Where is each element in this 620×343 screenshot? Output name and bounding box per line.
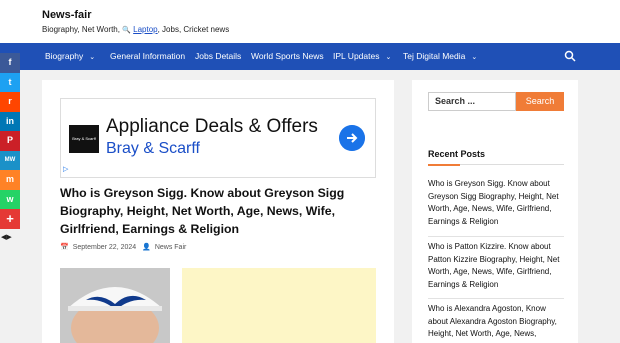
reddit-icon[interactable]: r <box>0 92 20 112</box>
social-share-bar: f t r in P MW m w + <box>0 53 20 229</box>
tagline-part-2: , Jobs, Cricket news <box>157 25 230 34</box>
ad-title[interactable]: Appliance Deals & Offers <box>106 116 318 138</box>
search-input[interactable]: Search ... <box>428 92 516 111</box>
twitter-icon[interactable]: t <box>0 72 20 92</box>
arrow-right-icon[interactable] <box>339 125 365 151</box>
post-author[interactable]: News Fair <box>155 244 187 251</box>
advertisement-placeholder[interactable] <box>182 268 376 343</box>
hide-share-bar-icon[interactable]: ◀▶ <box>1 233 12 241</box>
ad-choices-icon[interactable]: ▷ <box>63 165 68 173</box>
main-nav: Biography ⌄ General Information Jobs Deta… <box>0 43 620 70</box>
nav-item-label: World Sports News <box>251 51 324 61</box>
list-divider <box>428 298 564 299</box>
recent-posts-heading: Recent Posts <box>428 149 486 159</box>
nav-item-world-sports-news[interactable]: World Sports News <box>251 43 324 70</box>
heading-divider <box>428 164 564 166</box>
post-date[interactable]: September 22, 2024 <box>73 244 136 251</box>
calendar-icon: 📅 <box>60 244 69 251</box>
site-header: News-fair Biography, Net Worth, 🔍 Laptop… <box>0 0 620 43</box>
nav-item-tej-digital-media[interactable]: Tej Digital Media ⌄ <box>403 43 477 70</box>
nav-item-ipl-updates[interactable]: IPL Updates ⌄ <box>333 43 391 70</box>
search-button[interactable]: Search <box>516 92 564 111</box>
recent-post-link[interactable]: Who is Alexandra Agoston, Know about Ale… <box>428 303 564 341</box>
tagline-laptop-link[interactable]: Laptop <box>133 25 157 34</box>
advertiser-logo: Bray & Scarff <box>69 125 99 153</box>
user-icon: 👤 <box>142 244 151 251</box>
nav-item-label: Jobs Details <box>195 51 242 61</box>
nav-item-label: Biography <box>45 51 84 61</box>
site-title[interactable]: News-fair <box>42 9 92 21</box>
tagline-part-1: Biography, Net Worth, <box>42 25 123 34</box>
whatsapp-icon[interactable]: w <box>0 189 20 209</box>
list-divider <box>428 236 564 237</box>
linkedin-icon[interactable]: in <box>0 111 20 131</box>
chevron-down-icon[interactable]: ⌄ <box>471 54 477 61</box>
chevron-down-icon[interactable]: ⌄ <box>89 54 95 61</box>
advertisement-banner[interactable]: Bray & Scarff Appliance Deals & Offers B… <box>60 98 376 178</box>
post-meta: 📅 September 22, 2024 👤 News Fair <box>60 243 190 251</box>
post-thumbnail[interactable] <box>60 268 170 343</box>
site-tagline: Biography, Net Worth, 🔍 Laptop, Jobs, Cr… <box>42 25 229 34</box>
search-icon[interactable] <box>564 50 576 62</box>
heading-accent <box>428 164 460 166</box>
nav-item-general-information[interactable]: General Information <box>110 43 185 70</box>
mix-icon[interactable]: m <box>0 170 20 190</box>
chevron-down-icon[interactable]: ⌄ <box>385 54 391 61</box>
nav-item-jobs-details[interactable]: Jobs Details <box>195 43 241 70</box>
nav-item-biography[interactable]: Biography ⌄ <box>45 43 95 70</box>
recent-post-link[interactable]: Who is Greyson Sigg. Know about Greyson … <box>428 178 564 228</box>
mewe-icon[interactable]: MW <box>0 150 20 170</box>
person-cap-image <box>60 268 170 343</box>
more-icon[interactable]: + <box>0 209 20 229</box>
facebook-icon[interactable]: f <box>0 53 20 73</box>
search-icon: 🔍 <box>122 27 131 34</box>
ad-subtitle[interactable]: Bray & Scarff <box>106 140 200 158</box>
post-title[interactable]: Who is Greyson Sigg. Know about Greyson … <box>60 184 380 238</box>
recent-post-link[interactable]: Who is Patton Kizzire. Know about Patton… <box>428 241 564 291</box>
nav-item-label: General Information <box>110 51 186 61</box>
pinterest-icon[interactable]: P <box>0 131 20 151</box>
nav-item-label: Tej Digital Media <box>403 51 466 61</box>
nav-item-label: IPL Updates <box>333 51 380 61</box>
